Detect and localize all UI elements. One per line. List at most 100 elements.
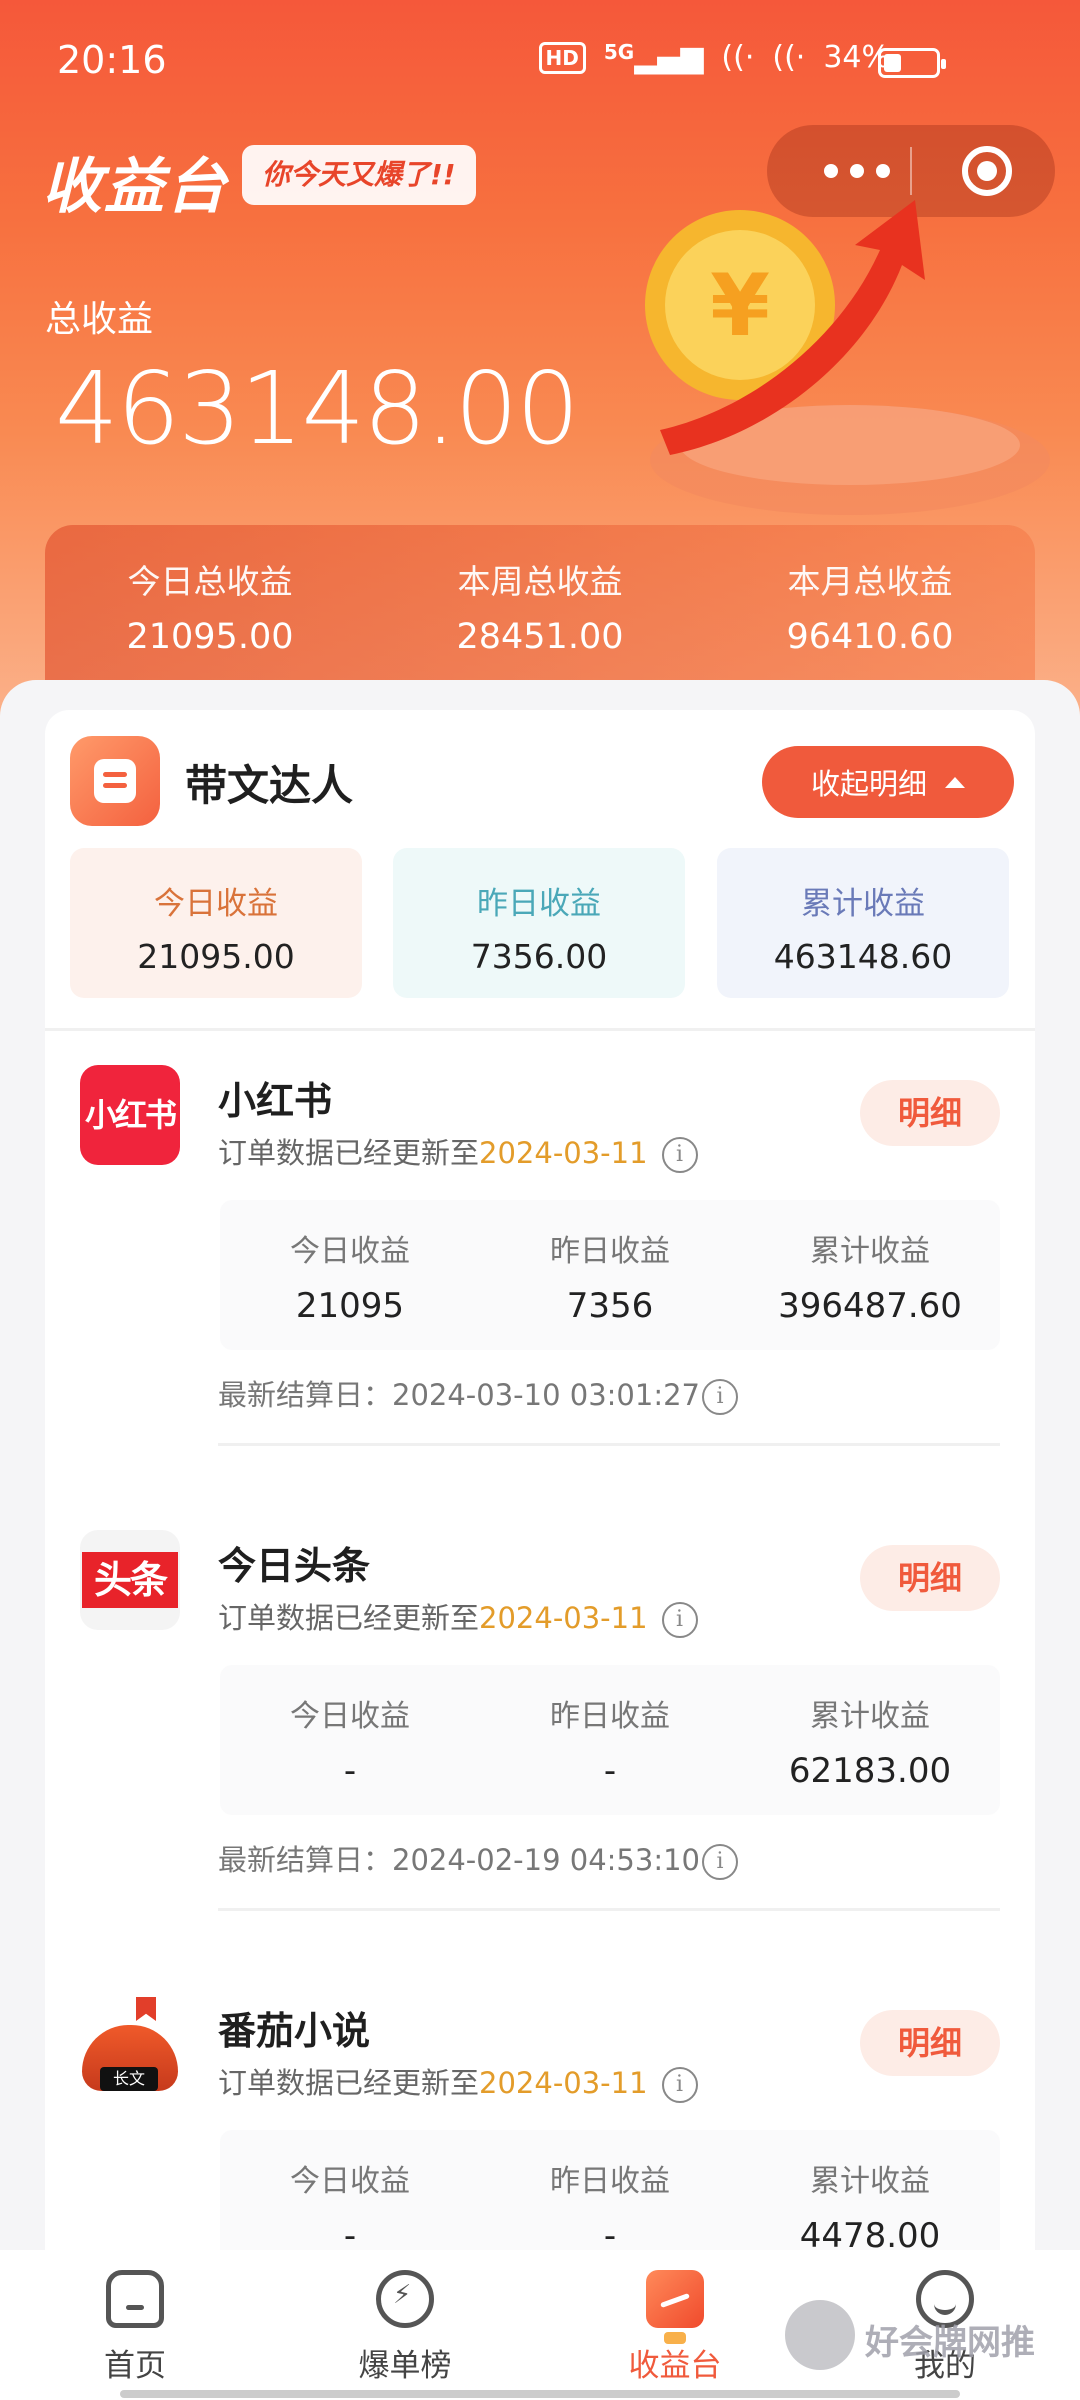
daren-stat-yesterday-value: 7356.00 — [470, 937, 608, 976]
settlement-text: 最新结算日：2024-03-10 03:01:27 — [218, 1378, 700, 1412]
toutiao-logo-text: 头条 — [82, 1552, 178, 1608]
collapse-details-button[interactable]: 收起明细 — [762, 746, 1014, 818]
daren-icon — [70, 736, 160, 826]
summary-week-value: 28451.00 — [456, 617, 624, 657]
earnings-icon — [646, 2270, 704, 2344]
detail-button[interactable]: 明细 — [860, 1080, 1000, 1146]
info-icon[interactable]: i — [661, 2067, 698, 2103]
close-miniprogram-icon[interactable] — [962, 146, 1012, 196]
stat-label: 累计收益 — [810, 1699, 930, 1734]
stat-label: 昨日收益 — [550, 2164, 670, 2199]
tab-hot-orders[interactable]: 爆单榜 — [305, 2270, 505, 2385]
more-icon[interactable] — [807, 153, 907, 189]
daren-stat-today-label: 今日收益 — [154, 886, 278, 922]
daren-stat-total-value: 463148.60 — [773, 937, 953, 976]
tab-earnings[interactable]: 收益台 — [575, 2270, 775, 2385]
update-date: 2024-03-11 — [479, 1601, 648, 1635]
page-title: 收益台 — [42, 152, 228, 222]
info-icon[interactable]: i — [661, 1137, 698, 1173]
stat-total: 累计收益 62183.00 — [740, 1691, 1000, 1791]
header-banner: 20:16 HD 5G▂▄▆ ((· ((· 34% 收益台 你今天又爆了!! … — [0, 0, 1080, 720]
svg-text:¥: ¥ — [710, 256, 770, 356]
daren-stat-total: 累计收益 463148.60 — [717, 848, 1009, 998]
daren-stat-yesterday-label: 昨日收益 — [477, 886, 601, 922]
summary-card: 今日总收益 21095.00 本周总收益 28451.00 本月总收益 9641… — [45, 525, 1035, 695]
fanqie-logo: 长文 — [80, 1995, 180, 2095]
info-icon[interactable]: i — [702, 1844, 738, 1880]
fanqie-logo-text: 长文 — [100, 2067, 158, 2091]
platform-xiaohongshu: 小红书 小红书 订单数据已经更新至2024-03-11 i 明细 今日收益 210… — [45, 1030, 1035, 1470]
update-prefix: 订单数据已经更新至 — [218, 1601, 480, 1635]
platform-name: 番茄小说 — [218, 2009, 371, 2053]
platform-name: 小红书 — [218, 1079, 333, 1123]
slogan-badge: 你今天又爆了!! — [242, 145, 476, 205]
stat-label: 累计收益 — [810, 2164, 930, 2199]
platform-update-info: 订单数据已经更新至2024-03-11 i — [218, 1130, 698, 1173]
detail-button[interactable]: 明细 — [860, 2010, 1000, 2076]
xiaohongshu-logo: 小红书 — [80, 1065, 180, 1165]
stat-value: - — [343, 1751, 357, 1791]
platform-stats: 今日收益 21095 昨日收益 7356 累计收益 396487.60 — [220, 1200, 1000, 1350]
tab-earnings-label: 收益台 — [628, 2348, 722, 2384]
settlement-date: 最新结算日：2024-02-19 04:53:10 i — [218, 1837, 738, 1880]
summary-month-value: 96410.60 — [786, 617, 954, 657]
home-indicator[interactable] — [120, 2390, 960, 2398]
battery-fill — [884, 54, 901, 72]
stat-today: 今日收益 - — [220, 2156, 480, 2256]
signal-icon: 5G▂▄▆ — [603, 40, 704, 75]
summary-week-label: 本周总收益 — [457, 562, 623, 601]
platform-update-info: 订单数据已经更新至2024-03-11 i — [218, 1595, 698, 1638]
detail-button[interactable]: 明细 — [860, 1545, 1000, 1611]
settlement-date: 最新结算日：2024-03-10 03:01:27 i — [218, 1372, 738, 1415]
platform-toutiao: 头条 今日头条 订单数据已经更新至2024-03-11 i 明细 今日收益 - 昨… — [45, 1495, 1035, 1935]
bookmark-icon — [136, 1997, 156, 2021]
watermark-text: 好会牌网推 — [865, 2323, 1035, 2363]
platform-update-info: 订单数据已经更新至2024-03-11 i — [218, 2060, 698, 2103]
update-date: 2024-03-11 — [479, 1136, 648, 1170]
summary-month: 本月总收益 96410.60 — [705, 555, 1035, 657]
stat-value: 396487.60 — [778, 1286, 962, 1326]
stat-label: 昨日收益 — [550, 1234, 670, 1269]
daren-card: 带文达人 收起明细 今日收益 21095.00 昨日收益 7356.00 累计收… — [45, 710, 1035, 2290]
summary-today-label: 今日总收益 — [127, 562, 293, 601]
stat-label: 今日收益 — [290, 1699, 410, 1734]
stat-today: 今日收益 - — [220, 1691, 480, 1791]
daren-title: 带文达人 — [185, 761, 354, 810]
update-prefix: 订单数据已经更新至 — [218, 1136, 480, 1170]
daren-stat-total-label: 累计收益 — [801, 886, 925, 922]
wifi-icon-2: ((· — [772, 40, 806, 75]
platform-name: 今日头条 — [218, 1544, 371, 1588]
stat-value: 62183.00 — [788, 1751, 952, 1791]
stat-total: 累计收益 396487.60 — [740, 1226, 1000, 1326]
stat-label: 累计收益 — [810, 1234, 930, 1269]
total-earnings-value: 463148.00 — [55, 350, 580, 467]
home-icon — [106, 2270, 164, 2328]
status-bar: 20:16 HD 5G▂▄▆ ((· ((· 34% — [0, 0, 1080, 120]
summary-week: 本周总收益 28451.00 — [375, 555, 705, 657]
stat-value: 7356 — [566, 1286, 654, 1326]
coin-illustration: ¥ — [645, 200, 1050, 515]
hd-icon: HD — [538, 41, 586, 74]
summary-today-value: 21095.00 — [126, 617, 294, 657]
summary-month-label: 本月总收益 — [787, 562, 953, 601]
battery-icon — [878, 48, 946, 78]
stat-yesterday: 昨日收益 - — [480, 1691, 740, 1791]
status-icons: HD 5G▂▄▆ ((· ((· 34% — [538, 40, 890, 75]
update-date: 2024-03-11 — [479, 2066, 648, 2100]
content-area: 带文达人 收起明细 今日收益 21095.00 昨日收益 7356.00 累计收… — [0, 680, 1080, 2400]
tab-home-label: 首页 — [104, 2348, 166, 2384]
info-icon[interactable]: i — [661, 1602, 698, 1638]
info-icon[interactable]: i — [702, 1379, 738, 1415]
wifi-icon: ((· — [721, 40, 755, 75]
settlement-text: 最新结算日：2024-02-19 04:53:10 — [218, 1843, 700, 1877]
toutiao-logo: 头条 — [80, 1530, 180, 1630]
total-earnings-label: 总收益 — [45, 299, 154, 340]
platform-divider — [218, 1908, 1000, 1911]
bolt-icon — [376, 2270, 434, 2328]
status-time: 20:16 — [57, 38, 167, 82]
platform-divider — [218, 1443, 1000, 1446]
stat-label: 今日收益 — [290, 1234, 410, 1269]
tab-home[interactable]: 首页 — [35, 2270, 235, 2385]
stat-total: 累计收益 4478.00 — [740, 2156, 1000, 2256]
tab-hot-orders-label: 爆单榜 — [358, 2348, 452, 2384]
